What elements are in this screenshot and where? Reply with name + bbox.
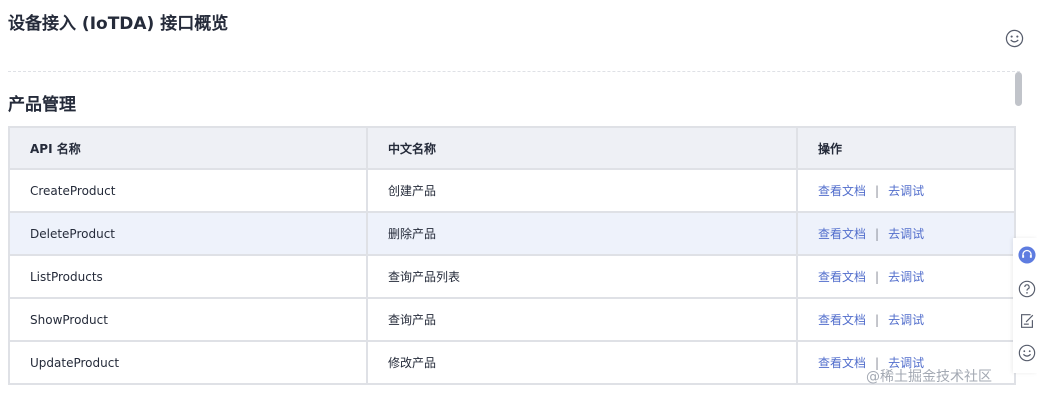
api-name-cell: UpdateProduct xyxy=(8,340,368,385)
floating-toolbar xyxy=(1013,238,1037,373)
table-row: ShowProduct 查询产品 查看文档 | 去调试 xyxy=(8,297,1016,342)
column-header-operations: 操作 xyxy=(796,126,1016,170)
table-row: UpdateProduct 修改产品 查看文档 | 去调试 xyxy=(8,340,1016,385)
scrollbar-thumb[interactable] xyxy=(1015,72,1022,106)
table-row: DeleteProduct 删除产品 查看文档 | 去调试 xyxy=(8,211,1016,256)
column-header-api-name: API 名称 xyxy=(8,126,368,170)
smiley-face-icon[interactable] xyxy=(1018,344,1036,362)
column-header-chinese-name: 中文名称 xyxy=(366,126,798,170)
link-separator: | xyxy=(875,184,880,198)
link-separator: | xyxy=(875,313,880,327)
api-name-cell: ListProducts xyxy=(8,254,368,299)
view-doc-link[interactable]: 查看文档 xyxy=(818,270,866,284)
watermark: @稀土掘金技术社区 xyxy=(866,369,992,385)
api-name-cell: ShowProduct xyxy=(8,297,368,342)
api-table: API 名称 中文名称 操作 CreateProduct 创建产品 查看文档 | 去… xyxy=(8,126,1016,385)
debug-link[interactable]: 去调试 xyxy=(888,270,924,284)
operations-cell: 查看文档 | 去调试 xyxy=(796,254,1016,299)
table-row: CreateProduct 创建产品 查看文档 | 去调试 xyxy=(8,168,1016,213)
smiley-face-icon[interactable] xyxy=(1005,29,1024,48)
operations-cell: 查看文档 | 去调试 xyxy=(796,211,1016,256)
chinese-name-cell: 查询产品列表 xyxy=(366,254,798,299)
table-header-row: API 名称 中文名称 操作 xyxy=(8,126,1016,170)
debug-link[interactable]: 去调试 xyxy=(888,313,924,327)
operations-cell: 查看文档 | 去调试 xyxy=(796,168,1016,213)
section-divider xyxy=(8,71,1020,72)
note-edit-icon[interactable] xyxy=(1018,312,1036,330)
chinese-name-cell: 查询产品 xyxy=(366,297,798,342)
table-row: ListProducts 查询产品列表 查看文档 | 去调试 xyxy=(8,254,1016,299)
view-doc-link[interactable]: 查看文档 xyxy=(818,313,866,327)
api-name-cell: DeleteProduct xyxy=(8,211,368,256)
section-title: 产品管理 xyxy=(8,95,76,115)
customer-service-icon[interactable] xyxy=(1018,246,1036,264)
view-doc-link[interactable]: 查看文档 xyxy=(818,356,866,370)
chinese-name-cell: 删除产品 xyxy=(366,211,798,256)
view-doc-link[interactable]: 查看文档 xyxy=(818,227,866,241)
chinese-name-cell: 创建产品 xyxy=(366,168,798,213)
api-name-cell: CreateProduct xyxy=(8,168,368,213)
link-separator: | xyxy=(875,227,880,241)
view-doc-link[interactable]: 查看文档 xyxy=(818,184,866,198)
page-title: 设备接入 (IoTDA) 接口概览 xyxy=(8,14,229,34)
link-separator: | xyxy=(875,270,880,284)
chinese-name-cell: 修改产品 xyxy=(366,340,798,385)
operations-cell: 查看文档 | 去调试 xyxy=(796,297,1016,342)
debug-link[interactable]: 去调试 xyxy=(888,184,924,198)
debug-link[interactable]: 去调试 xyxy=(888,227,924,241)
help-icon[interactable] xyxy=(1018,280,1036,298)
